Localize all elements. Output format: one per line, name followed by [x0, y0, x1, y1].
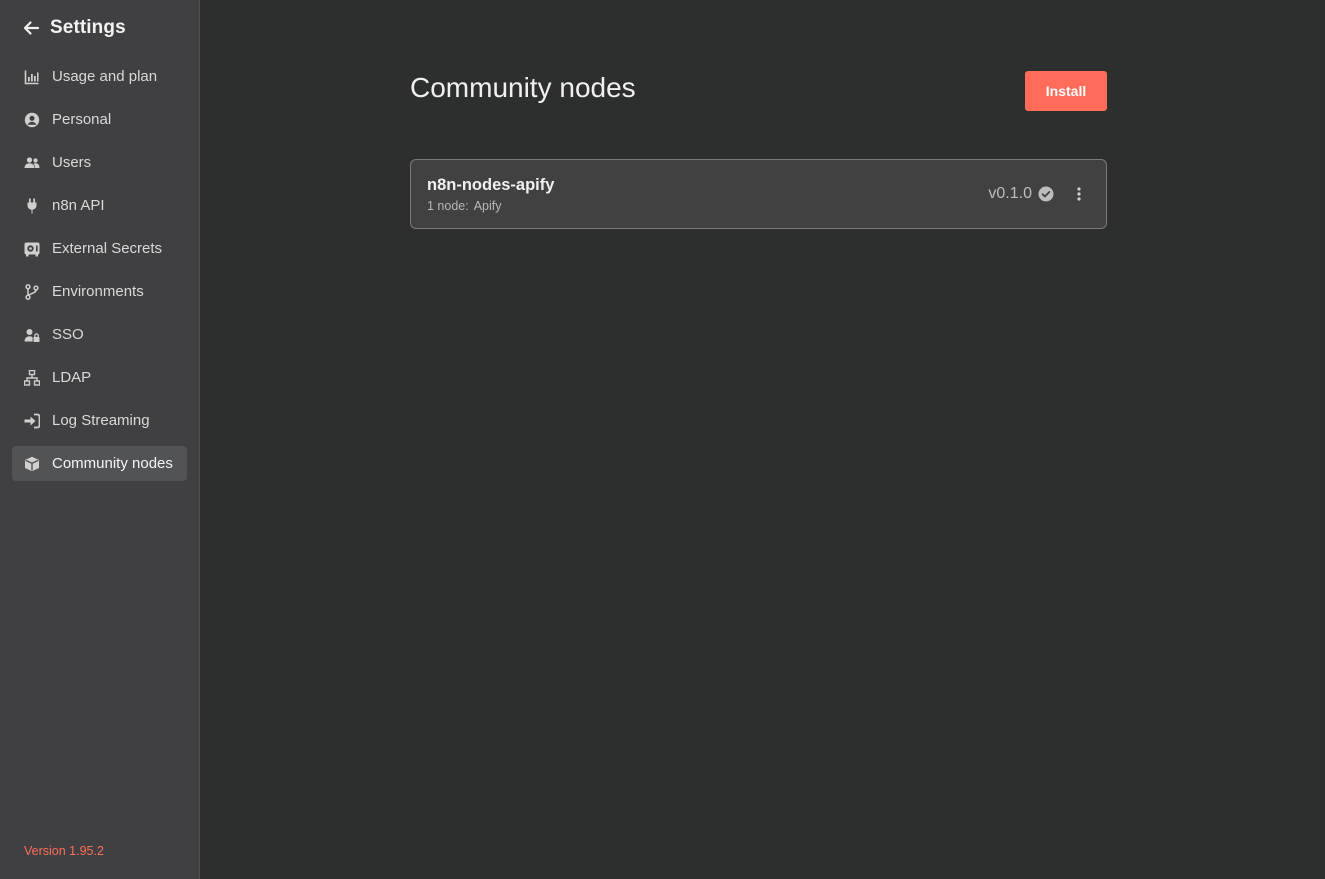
- sidebar: Settings Usage and plan Personal Users n…: [0, 0, 200, 879]
- sidebar-item-log-streaming[interactable]: Log Streaming: [12, 403, 187, 438]
- package-info: n8n-nodes-apify 1 node: Apify: [427, 176, 554, 213]
- sidebar-item-label: Log Streaming: [52, 412, 150, 429]
- package-nodes-list: Apify: [473, 198, 502, 213]
- sidebar-item-label: Community nodes: [52, 455, 173, 472]
- main-content: Community nodes Install n8n-nodes-apify …: [200, 0, 1325, 879]
- chart-icon: [24, 69, 40, 85]
- sidebar-item-environments[interactable]: Environments: [12, 274, 187, 309]
- sidebar-item-personal[interactable]: Personal: [12, 102, 187, 137]
- app: Settings Usage and plan Personal Users n…: [0, 0, 1325, 879]
- settings-back-link[interactable]: Settings: [0, 14, 199, 42]
- sidebar-item-ldap[interactable]: LDAP: [12, 360, 187, 395]
- package-nodes-count: 1 node:: [427, 198, 469, 213]
- package-name: n8n-nodes-apify: [427, 175, 555, 194]
- sidebar-item-label: LDAP: [52, 369, 92, 386]
- version-label: Version 1.95.2: [24, 844, 104, 858]
- sidebar-item-label: Environments: [52, 283, 144, 300]
- cube-icon: [24, 456, 40, 472]
- sidebar-item-usage-and-plan[interactable]: Usage and plan: [12, 59, 187, 94]
- settings-nav: Usage and plan Personal Users n8n API Ex…: [0, 59, 199, 481]
- check-circle-icon: [1038, 186, 1054, 202]
- users-icon: [24, 155, 40, 171]
- sidebar-item-label: SSO: [52, 326, 84, 343]
- sidebar-title: Settings: [50, 17, 126, 38]
- sidebar-item-n8n-api[interactable]: n8n API: [12, 188, 187, 223]
- sidebar-item-label: Usage and plan: [52, 68, 158, 85]
- plug-icon: [24, 198, 40, 214]
- sidebar-item-external-secrets[interactable]: External Secrets: [12, 231, 187, 266]
- branch-icon: [24, 283, 40, 300]
- community-nodes-view: Community nodes Install n8n-nodes-apify …: [410, 70, 1107, 229]
- package-version: v0.1.0: [988, 185, 1032, 202]
- user-circle-icon: [24, 112, 40, 128]
- sidebar-item-label: External Secrets: [52, 240, 163, 257]
- package-actions: v0.1.0: [988, 184, 1090, 204]
- sidebar-item-users[interactable]: Users: [12, 145, 187, 180]
- sidebar-item-label: n8n API: [52, 197, 105, 214]
- sidebar-item-label: Personal: [52, 111, 112, 128]
- network-icon: [24, 369, 40, 386]
- install-button[interactable]: Install: [1025, 71, 1107, 111]
- sidebar-item-sso[interactable]: SSO: [12, 317, 187, 352]
- arrow-left-icon[interactable]: [22, 19, 40, 37]
- more-vertical-icon[interactable]: [1072, 184, 1086, 204]
- user-lock-icon: [24, 327, 40, 343]
- package-card: n8n-nodes-apify 1 node: Apify v0.1.0: [410, 159, 1107, 229]
- sidebar-item-label: Users: [52, 154, 92, 171]
- vault-icon: [24, 241, 40, 257]
- package-nodes: 1 node: Apify: [427, 199, 554, 213]
- page-title: Community nodes: [410, 72, 636, 103]
- sign-in-icon: [24, 413, 40, 429]
- page-header: Community nodes Install: [410, 70, 1107, 112]
- sidebar-item-community-nodes[interactable]: Community nodes: [12, 446, 187, 481]
